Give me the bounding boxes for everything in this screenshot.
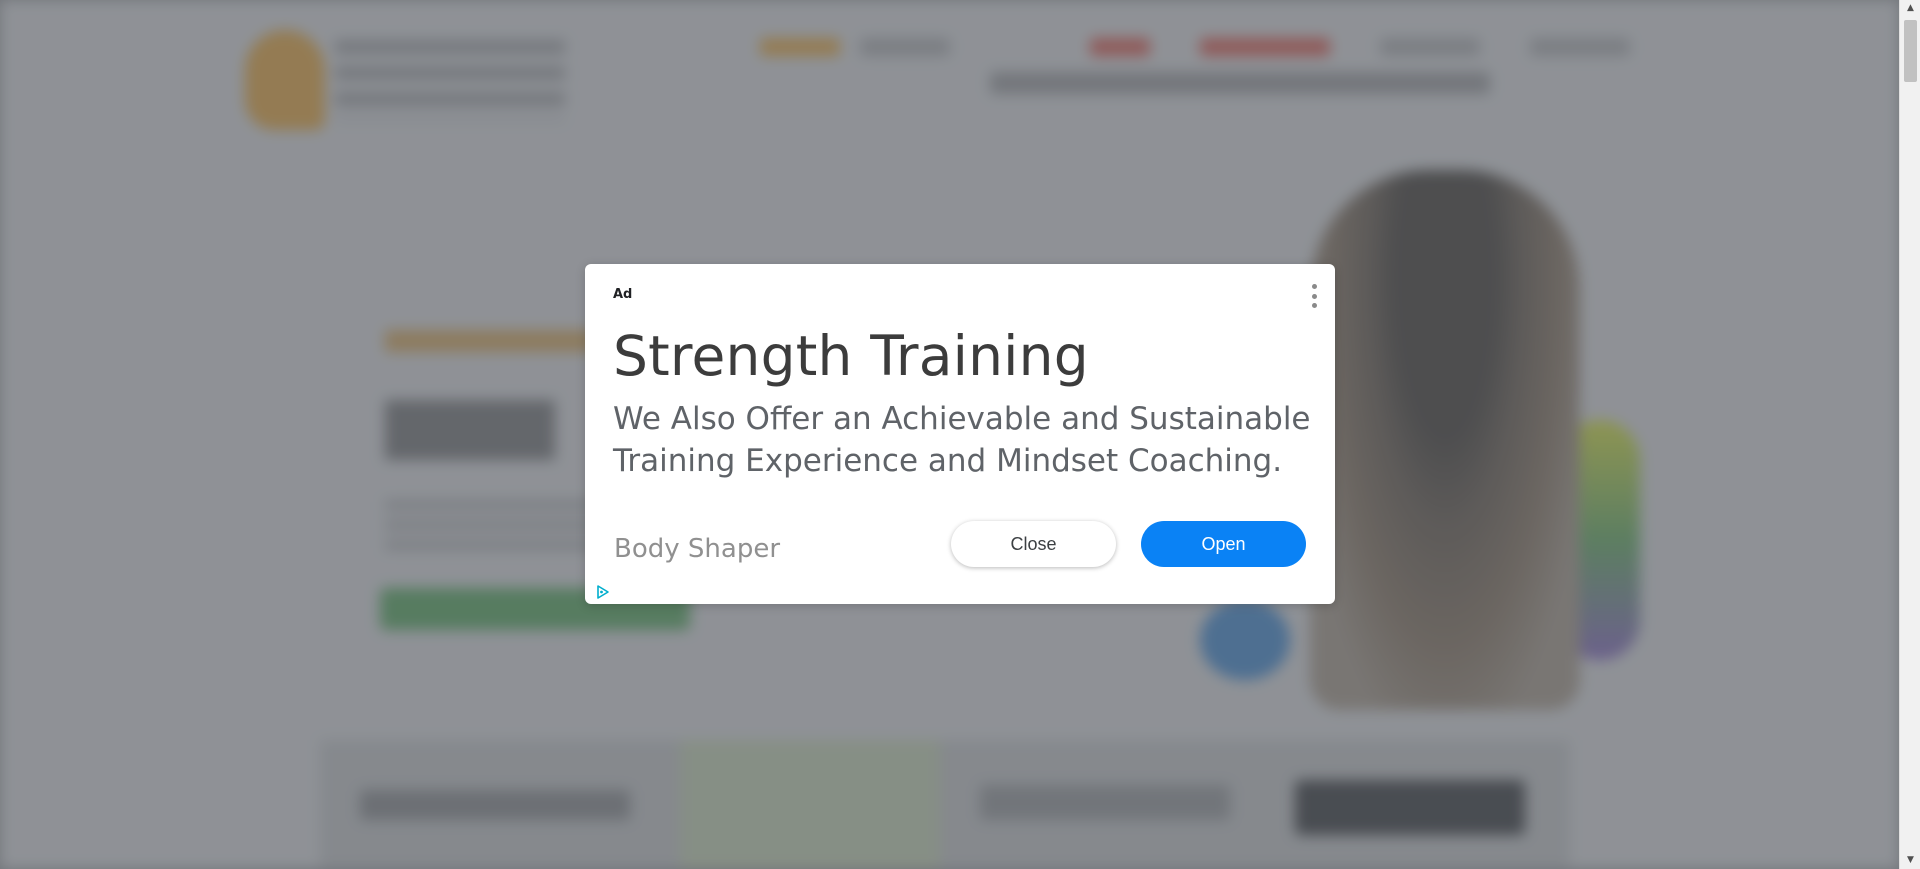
open-button[interactable]: Open	[1141, 521, 1306, 567]
close-button[interactable]: Close	[951, 521, 1116, 567]
kebab-menu-icon[interactable]	[1309, 284, 1319, 308]
ad-label: Ad	[613, 287, 633, 302]
scroll-up-arrow-icon[interactable]: ▲	[1900, 0, 1920, 17]
scrollbar-thumb[interactable]	[1904, 20, 1917, 82]
vertical-scrollbar[interactable]: ▲ ▼	[1899, 0, 1920, 869]
ad-body-text[interactable]: We Also Offer an Achievable and Sustaina…	[613, 398, 1313, 482]
ad-advertiser[interactable]: Body Shaper	[614, 534, 780, 564]
ad-headline[interactable]: Strength Training	[613, 324, 1089, 388]
scroll-down-arrow-icon[interactable]: ▼	[1900, 852, 1920, 869]
ad-dialog: Ad Strength Training We Also Offer an Ac…	[585, 264, 1335, 604]
adchoices-icon[interactable]	[595, 584, 611, 600]
